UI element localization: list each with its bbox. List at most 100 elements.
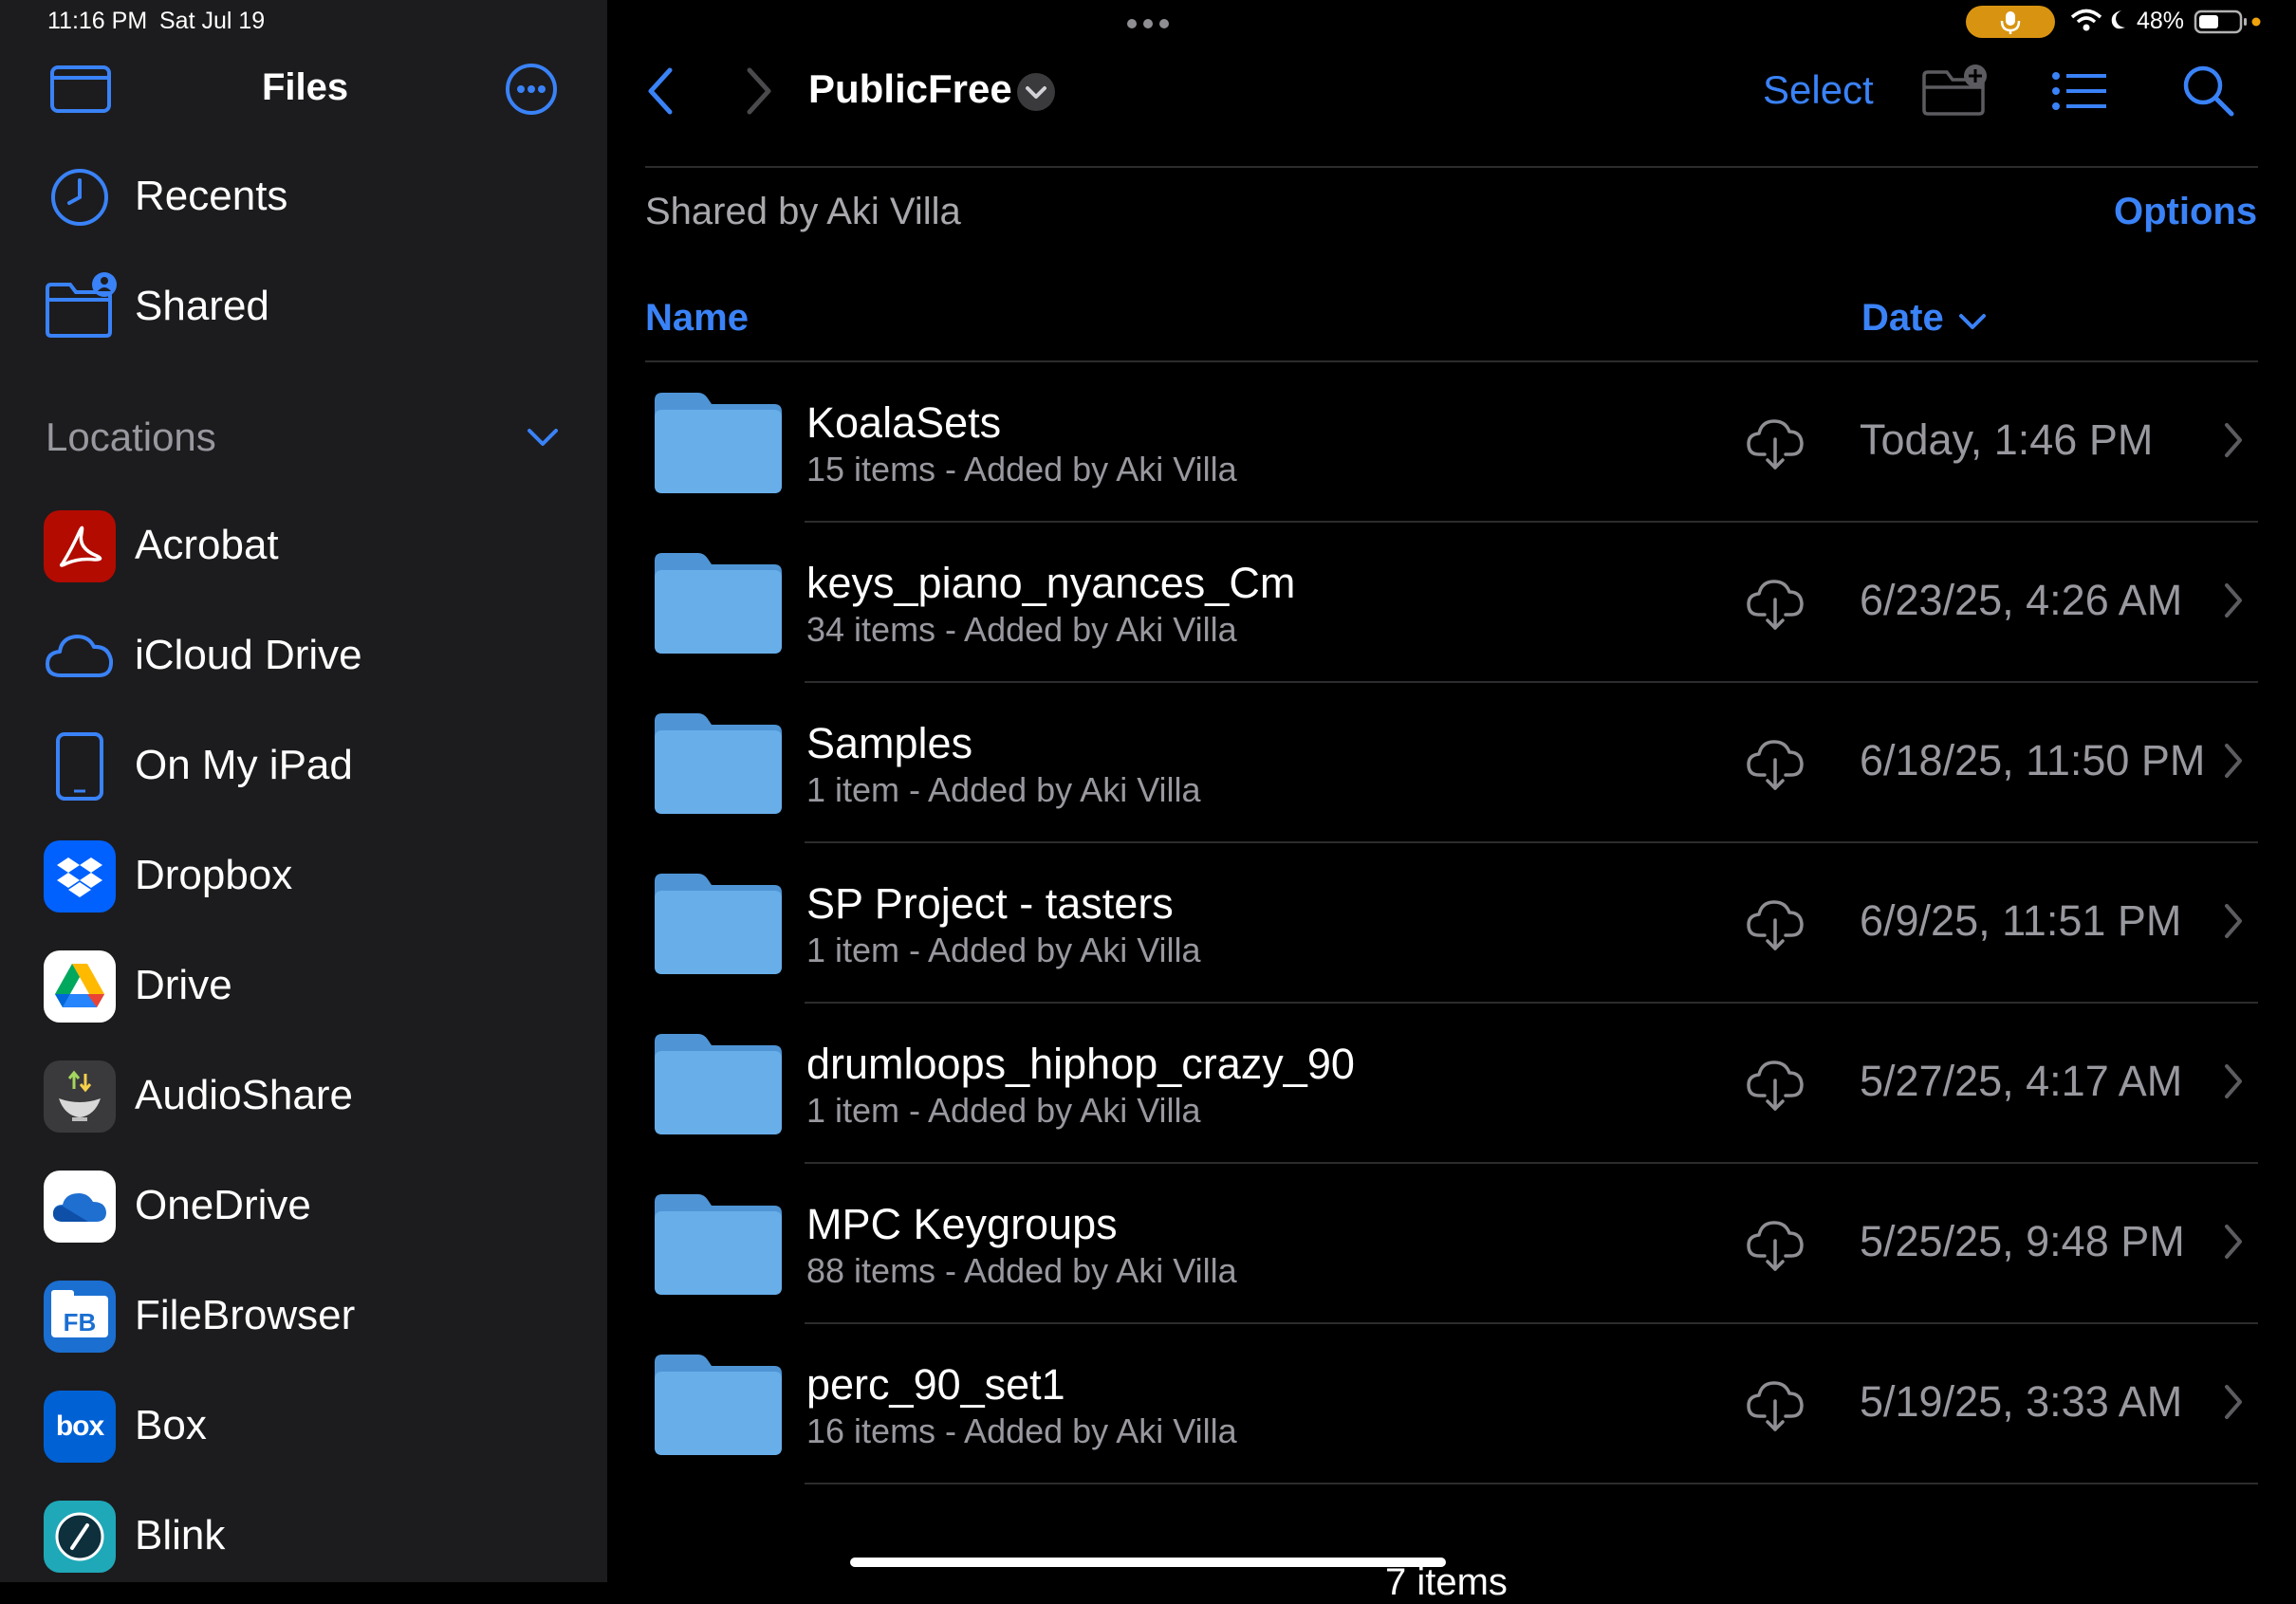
sidebar-item-icloud-drive[interactable]: iCloud Drive bbox=[0, 609, 607, 704]
sidebar-item-label: Blink bbox=[135, 1512, 226, 1558]
forward-chevron-icon[interactable] bbox=[742, 66, 776, 120]
row-divider bbox=[805, 1483, 2258, 1484]
select-button[interactable]: Select bbox=[1763, 67, 1874, 113]
cloud-download-icon[interactable] bbox=[1746, 1216, 1805, 1280]
sidebar-item-audioshare[interactable]: AudioShare bbox=[0, 1049, 607, 1144]
folder-subtitle: 16 items - Added by Aki Villa bbox=[806, 1411, 1237, 1450]
column-header-date[interactable]: Date bbox=[1861, 297, 1986, 344]
sidebar-item-onedrive[interactable]: OneDrive bbox=[0, 1159, 607, 1254]
folder-icon bbox=[651, 551, 784, 660]
sidebar-title: Files bbox=[262, 66, 349, 108]
home-indicator[interactable] bbox=[850, 1558, 1446, 1567]
folder-name: perc_90_set1 bbox=[806, 1360, 1065, 1409]
folder-subtitle: 1 item - Added by Aki Villa bbox=[806, 1091, 1201, 1130]
icloud-icon bbox=[44, 620, 116, 692]
options-button[interactable]: Options bbox=[2114, 191, 2257, 233]
folder-row[interactable]: keys_piano_nyances_Cm 34 items - Added by… bbox=[645, 523, 2258, 683]
google-drive-icon bbox=[44, 950, 116, 1023]
cloud-download-icon[interactable] bbox=[1746, 1056, 1805, 1119]
sidebar-item-blink[interactable]: Blink bbox=[0, 1489, 607, 1584]
folder-name: KoalaSets bbox=[806, 398, 1002, 447]
chevron-down-icon[interactable] bbox=[524, 423, 562, 456]
sidebar-item-label: Recents bbox=[135, 173, 288, 219]
more-options-icon[interactable] bbox=[505, 63, 558, 120]
cloud-download-icon[interactable] bbox=[1746, 735, 1805, 799]
sidebar-item-label: On My iPad bbox=[135, 742, 353, 788]
sidebar-item-drive[interactable]: Drive bbox=[0, 939, 607, 1034]
chevron-right-icon bbox=[2222, 581, 2245, 624]
chevron-right-icon bbox=[2222, 1383, 2245, 1426]
dropbox-icon bbox=[44, 840, 116, 913]
sidebar-item-label: Dropbox bbox=[135, 852, 293, 898]
sidebar-toggle-icon[interactable] bbox=[49, 65, 112, 119]
battery-percent: 48% bbox=[2137, 8, 2185, 34]
new-folder-icon[interactable] bbox=[1920, 63, 1990, 120]
folder-icon bbox=[651, 1032, 784, 1141]
item-count: 7 items bbox=[1385, 1561, 1508, 1603]
filebrowser-logo-text: FB bbox=[63, 1307, 97, 1337]
chevron-right-icon bbox=[2222, 421, 2245, 464]
blink-icon bbox=[44, 1501, 116, 1573]
folder-row[interactable]: perc_90_set1 16 items - Added by Aki Vill… bbox=[645, 1324, 2258, 1484]
folder-name: SP Project - tasters bbox=[806, 879, 1174, 928]
folder-icon bbox=[651, 1353, 784, 1462]
folder-subtitle: 1 item - Added by Aki Villa bbox=[806, 931, 1201, 969]
folder-date: 5/25/25, 9:48 PM bbox=[1860, 1217, 2185, 1265]
status-date: Sat Jul 19 bbox=[159, 8, 266, 34]
onedrive-icon bbox=[44, 1171, 116, 1243]
folder-icon bbox=[651, 711, 784, 820]
cloud-download-icon[interactable] bbox=[1746, 1376, 1805, 1440]
folder-subtitle: 15 items - Added by Aki Villa bbox=[806, 450, 1237, 489]
chevron-right-icon bbox=[2222, 742, 2245, 784]
clock-icon bbox=[44, 161, 116, 233]
sidebar-item-box[interactable]: box Box bbox=[0, 1379, 607, 1474]
shared-by-label: Shared by Aki Villa bbox=[645, 191, 961, 232]
folder-row[interactable]: SP Project - tasters 1 item - Added by Ak… bbox=[645, 843, 2258, 1004]
list-view-icon[interactable] bbox=[2051, 70, 2108, 117]
sidebar-item-label: FileBrowser bbox=[135, 1292, 356, 1338]
sidebar-item-label: OneDrive bbox=[135, 1182, 311, 1228]
folder-row[interactable]: drumloops_hiphop_crazy_90 1 item - Added … bbox=[645, 1004, 2258, 1164]
battery-icon bbox=[2194, 9, 2262, 40]
folder-subtitle: 34 items - Added by Aki Villa bbox=[806, 610, 1237, 649]
folder-name: drumloops_hiphop_crazy_90 bbox=[806, 1040, 1355, 1088]
sidebar: 11:16 PM Sat Jul 19 Files Recents Shared… bbox=[0, 0, 607, 1582]
multitasking-dots-icon[interactable] bbox=[1125, 17, 1171, 35]
sidebar-item-filebrowser[interactable]: FB FileBrowser bbox=[0, 1269, 607, 1364]
chevron-right-icon bbox=[2222, 1223, 2245, 1265]
sidebar-item-shared[interactable]: Shared bbox=[0, 260, 607, 355]
folder-row[interactable]: MPC Keygroups 88 items - Added by Aki Vil… bbox=[645, 1164, 2258, 1324]
folder-name: Samples bbox=[806, 719, 973, 767]
filebrowser-icon: FB bbox=[44, 1281, 116, 1353]
cloud-download-icon[interactable] bbox=[1746, 415, 1805, 478]
sidebar-item-acrobat[interactable]: Acrobat bbox=[0, 499, 607, 594]
microphone-icon bbox=[1966, 6, 2055, 38]
status-time: 11:16 PM bbox=[47, 8, 148, 34]
folder-subtitle: 1 item - Added by Aki Villa bbox=[806, 770, 1201, 809]
folder-title[interactable]: PublicFree bbox=[808, 66, 1012, 112]
sidebar-item-recents[interactable]: Recents bbox=[0, 150, 607, 245]
folder-date: 6/23/25, 4:26 AM bbox=[1860, 576, 2183, 624]
sidebar-item-on-my-ipad[interactable]: On My iPad bbox=[0, 719, 607, 814]
divider bbox=[645, 166, 2258, 168]
cloud-download-icon[interactable] bbox=[1746, 895, 1805, 959]
column-header-name[interactable]: Name bbox=[645, 297, 749, 340]
folder-name: MPC Keygroups bbox=[806, 1200, 1118, 1248]
wifi-icon bbox=[2070, 8, 2102, 37]
sidebar-item-label: Shared bbox=[135, 283, 269, 329]
moon-icon bbox=[2106, 8, 2129, 37]
folder-icon bbox=[651, 391, 784, 500]
sidebar-item-dropbox[interactable]: Dropbox bbox=[0, 829, 607, 924]
cloud-download-icon[interactable] bbox=[1746, 575, 1805, 638]
folder-row[interactable]: KoalaSets 15 items - Added by Aki Villa To… bbox=[645, 362, 2258, 523]
ipad-icon bbox=[44, 730, 116, 802]
title-menu-chevron-icon[interactable] bbox=[1016, 72, 1056, 117]
folder-row[interactable]: Samples 1 item - Added by Aki Villa 6/18/2… bbox=[645, 683, 2258, 843]
sidebar-item-label: Drive bbox=[135, 962, 232, 1008]
folder-date: 6/9/25, 11:51 PM bbox=[1860, 896, 2182, 945]
chevron-right-icon bbox=[2222, 1062, 2245, 1105]
folder-name: keys_piano_nyances_Cm bbox=[806, 559, 1296, 607]
search-icon[interactable] bbox=[2180, 63, 2235, 122]
back-chevron-icon[interactable] bbox=[643, 66, 677, 120]
shared-folder-icon bbox=[44, 271, 117, 343]
